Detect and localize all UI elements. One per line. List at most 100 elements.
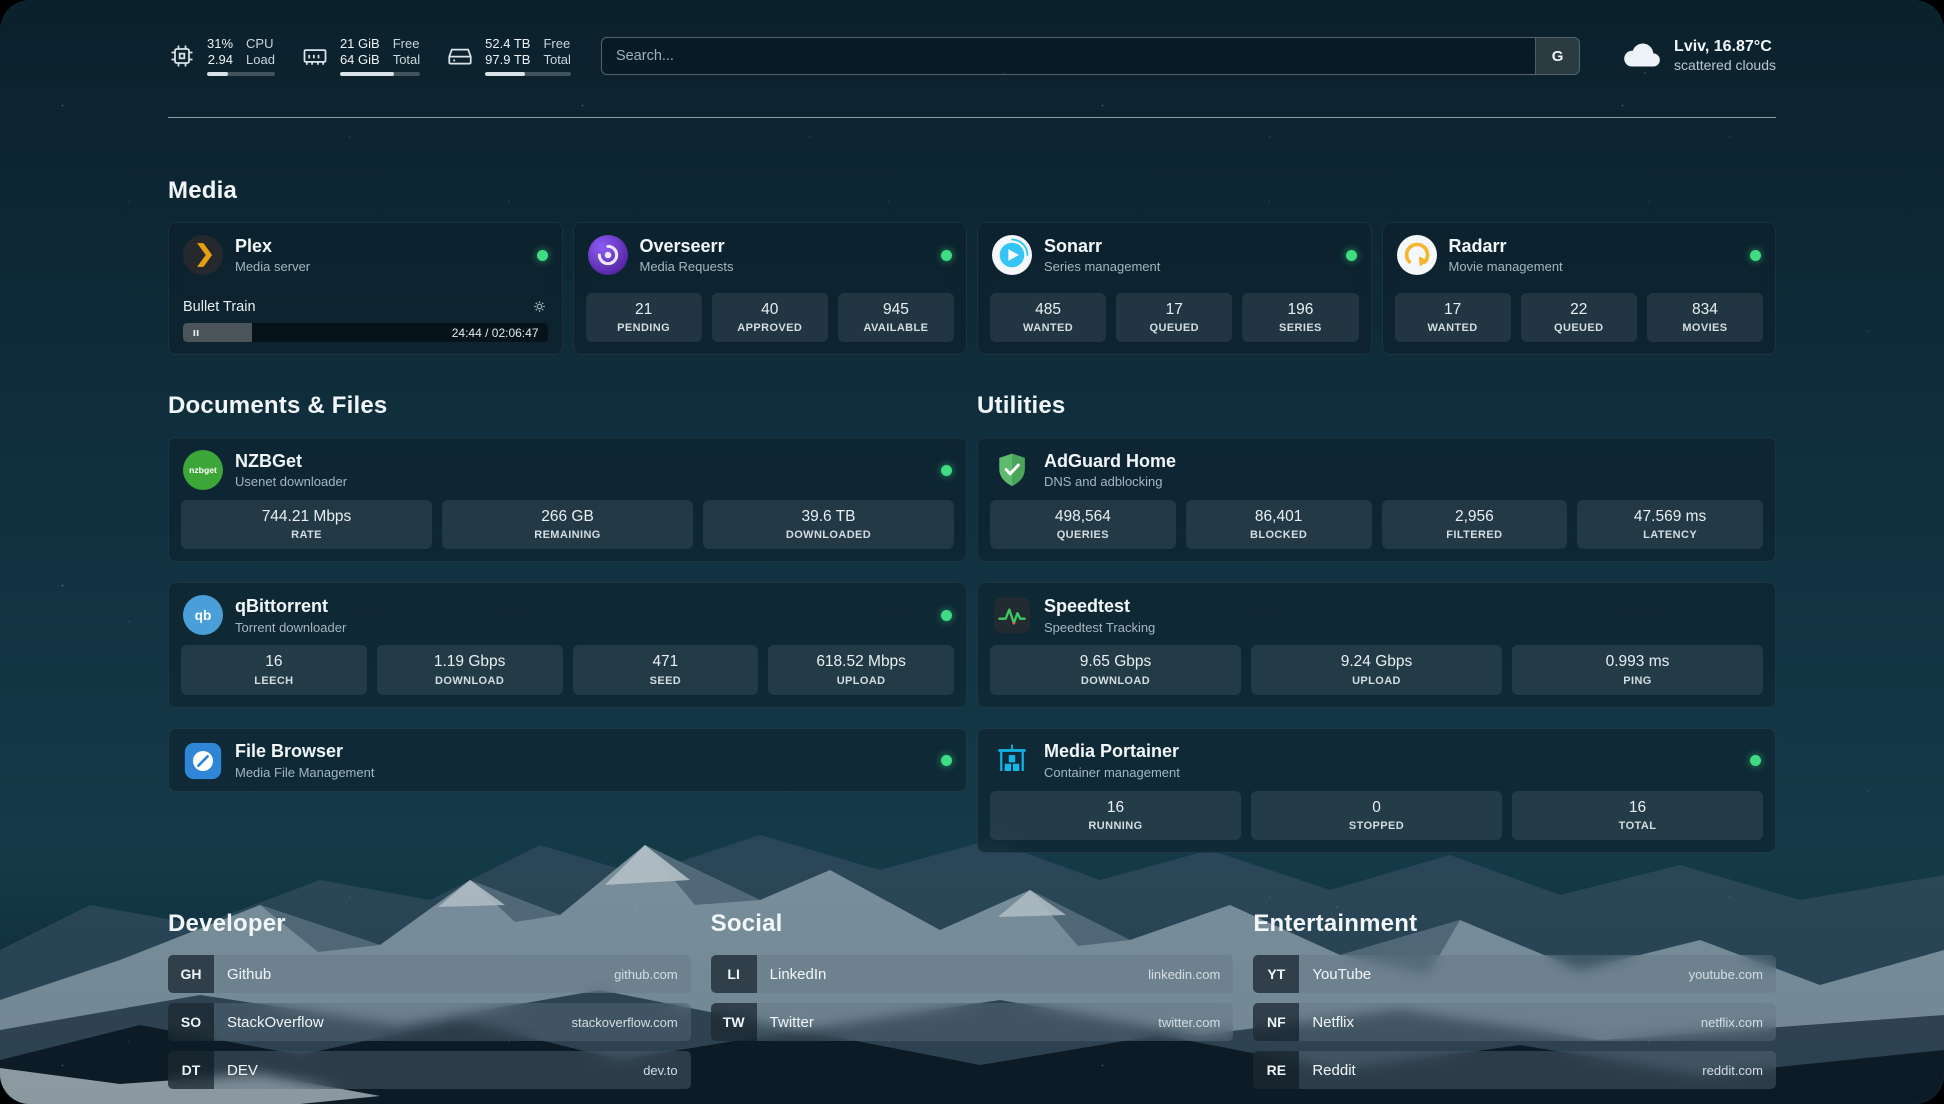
filebrowser-icon [183,741,223,781]
progress-fill [207,72,228,76]
group-social: Social LI LinkedIn linkedin.com TW Twitt… [711,909,1234,1041]
cpu-icon [168,42,196,70]
search-provider-button[interactable]: G [1535,38,1579,74]
qbittorrent-card-header: qb qBittorrent Torrent downloader [169,583,966,645]
overseerr-icon [588,235,628,275]
stat-box: 16 RUNNING [990,791,1241,840]
plex-icon [183,235,223,275]
overseerr-card[interactable]: Overseerr Media Requests 21 PENDING 40 A… [573,222,968,355]
sonarr-card[interactable]: Sonarr Series management 485 WANTED 17 Q… [977,222,1372,355]
speedtest-icon [992,595,1032,635]
memory-total-value: 64 GiB [340,52,380,68]
service-title: Speedtest [1044,596,1155,618]
stat-value: 485 [994,300,1102,319]
speedtest-card[interactable]: Speedtest Speedtest Tracking 9.65 Gbps D… [977,582,1776,707]
stat-label: UPLOAD [772,675,950,687]
bookmark-linkedin[interactable]: LI LinkedIn linkedin.com [711,955,1234,993]
stat-box: 17 QUEUED [1116,293,1232,342]
bookmark-youtube[interactable]: YT YouTube youtube.com [1253,955,1776,993]
group-documents-files: Documents & Files nzbget [168,391,967,792]
stat-box: 47.569 ms LATENCY [1577,500,1763,549]
weather-widget: Lviv, 16.87°C scattered clouds [1620,35,1776,77]
speedtest-card-header: Speedtest Speedtest Tracking [978,583,1775,645]
bookmark-netflix[interactable]: NF Netflix netflix.com [1253,1003,1776,1041]
bookmark-name: StackOverflow [214,1014,324,1031]
adguard-card[interactable]: AdGuard Home DNS and adblocking 498,564 … [977,437,1776,562]
group-utilities: Utilities [977,391,1776,853]
memory-icon [301,42,329,70]
cpu-usage-bar [207,72,275,76]
portainer-stats: 16 RUNNING 0 STOPPED 16 TOTAL [978,791,1775,852]
filebrowser-card-header: File Browser Media File Management [169,729,966,791]
service-subtitle: Movie management [1449,259,1563,274]
disk-label-bottom: Total [543,52,570,68]
stat-label: LEECH [185,675,363,687]
bookmark-abbr: SO [168,1003,214,1041]
service-subtitle: Media File Management [235,765,374,780]
playback-progress-bar: 24:44 / 02:06:47 [183,323,548,342]
stat-box: 2,956 FILTERED [1382,500,1568,549]
stat-value: 86,401 [1190,507,1368,526]
bookmark-abbr: DT [168,1051,214,1089]
stat-box: 16 TOTAL [1512,791,1763,840]
cpu-label-bottom: Load [246,52,275,68]
stat-value: 21 [590,300,698,319]
service-title: NZBGet [235,451,347,473]
service-title: File Browser [235,741,374,763]
service-subtitle: Torrent downloader [235,620,346,635]
stat-label: PENDING [590,322,698,334]
filebrowser-card[interactable]: File Browser Media File Management [168,728,967,792]
group-title-social: Social [711,909,1234,939]
disk-icon [446,42,474,70]
stat-label: QUEUED [1525,322,1633,334]
nzbget-stats: 744.21 Mbps RATE 266 GB REMAINING 39.6 T… [169,500,966,561]
stat-value: 834 [1651,300,1759,319]
nzbget-card[interactable]: nzbget NZBGet Usenet downloader 74 [168,437,967,562]
stat-value: 47.569 ms [1581,507,1759,526]
group-title-utilities: Utilities [977,391,1776,421]
radarr-icon [1397,235,1437,275]
topbar-divider [168,117,1776,118]
bookmark-url: github.com [614,967,691,982]
stat-value: 16 [994,798,1237,817]
dashboard-content: 31% 2.94 CPU Load [0,0,1944,1104]
bookmarks-section: Developer GH Github github.com SO StackO… [168,909,1776,1089]
qbittorrent-stats: 16 LEECH 1.19 Gbps DOWNLOAD 471 SEED [169,645,966,706]
bookmark-name: LinkedIn [757,966,827,983]
bookmark-url: netflix.com [1701,1015,1776,1030]
portainer-icon [992,741,1032,781]
memory-widget: 21 GiB 64 GiB Free Total [301,36,420,76]
stat-box: 21 PENDING [586,293,702,342]
stat-label: WANTED [1399,322,1507,334]
service-title: qBittorrent [235,596,346,618]
stat-box: 1.19 Gbps DOWNLOAD [377,645,563,694]
cpu-label-top: CPU [246,36,273,52]
plex-card[interactable]: Plex Media server Bullet Train [168,222,563,355]
service-title: Media Portainer [1044,741,1180,763]
adguard-card-header: AdGuard Home DNS and adblocking [978,438,1775,500]
bookmark-abbr: RE [1253,1051,1299,1089]
bookmark-stackoverflow[interactable]: SO StackOverflow stackoverflow.com [168,1003,691,1041]
stat-box: 744.21 Mbps RATE [181,500,432,549]
bookmark-reddit[interactable]: RE Reddit reddit.com [1253,1051,1776,1089]
nzbget-icon-text: nzbget [189,465,217,475]
stat-label: DOWNLOAD [994,675,1237,687]
bookmark-github[interactable]: GH Github github.com [168,955,691,993]
bookmark-twitter[interactable]: TW Twitter twitter.com [711,1003,1234,1041]
radarr-card[interactable]: Radarr Movie management 17 WANTED 22 QUE… [1382,222,1777,355]
service-subtitle: Usenet downloader [235,474,347,489]
group-entertainment: Entertainment YT YouTube youtube.com NF … [1253,909,1776,1089]
service-title: Sonarr [1044,236,1160,258]
settings-icon[interactable] [531,298,548,315]
qbittorrent-card[interactable]: qb qBittorrent Torrent downloader [168,582,967,707]
stat-box: 498,564 QUERIES [990,500,1176,549]
radarr-card-header: Radarr Movie management [1383,223,1776,285]
two-column-section: Documents & Files nzbget [168,391,1776,853]
stat-box: 9.24 Gbps UPLOAD [1251,645,1502,694]
bookmark-dev[interactable]: DT DEV dev.to [168,1051,691,1089]
stat-value: 17 [1120,300,1228,319]
portainer-card[interactable]: Media Portainer Container management 16 … [977,728,1776,853]
service-title: Overseerr [640,236,734,258]
search-input[interactable] [602,38,1535,74]
search-bar: G [601,37,1580,75]
